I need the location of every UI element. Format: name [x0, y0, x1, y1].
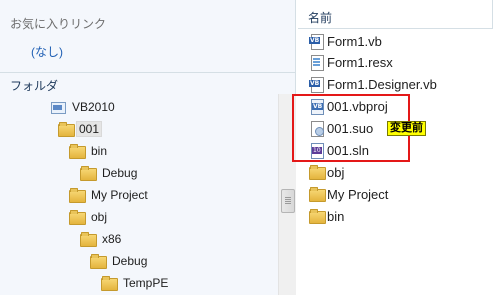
favorites-title: お気に入りリンク: [10, 17, 107, 31]
project-icon: [50, 99, 66, 115]
folder-icon: [309, 187, 326, 202]
folder-icon: [309, 209, 326, 224]
folder-icon: [101, 276, 118, 291]
folders-title: フォルダ: [10, 79, 59, 93]
folder-icon: [90, 254, 107, 269]
file-item[interactable]: Form1.vb: [309, 31, 382, 51]
folder-icon: [69, 144, 86, 159]
tree-item-debug[interactable]: Debug: [90, 251, 147, 271]
tree-item-label: Debug: [102, 166, 138, 180]
file-name: Form1.vb: [327, 33, 382, 49]
folder-icon: [309, 165, 326, 180]
tree-item-temppe[interactable]: TempPE: [101, 273, 168, 293]
tree-item-label: obj: [91, 210, 108, 224]
scrollbar-thumb[interactable]: [281, 189, 295, 213]
tree-item-label: My Project: [91, 188, 148, 202]
folders-header[interactable]: フォルダ: [0, 72, 295, 95]
annotation-label: 変更前: [387, 121, 426, 136]
file-item[interactable]: obj: [309, 162, 344, 182]
tree-item-obj[interactable]: obj: [69, 207, 107, 227]
file-item[interactable]: Form1.Designer.vb: [309, 74, 437, 94]
file-item[interactable]: My Project: [309, 184, 388, 204]
tree-item-label: TempPE: [123, 276, 169, 290]
tree-item-label: 001: [76, 121, 103, 137]
tree-item-label: x86: [102, 232, 122, 246]
tree-item-label: Debug: [112, 254, 148, 268]
tree-item-001[interactable]: 001: [58, 119, 103, 139]
tree-item-label: VB2010: [72, 100, 115, 114]
tree-item-debug[interactable]: Debug: [80, 163, 137, 183]
resx-file-icon: [309, 54, 325, 71]
file-name: Form1.Designer.vb: [327, 76, 437, 92]
navigation-pane: お気に入りリンク (なし) フォルダ VB2010 001 bin Debug …: [0, 0, 296, 295]
file-name: obj: [327, 164, 345, 180]
name-column-header[interactable]: 名前: [298, 0, 493, 29]
file-name: My Project: [327, 186, 389, 202]
vb-file-icon: [309, 76, 325, 93]
folder-icon: [80, 166, 97, 181]
tree-item-vb2010[interactable]: VB2010: [50, 97, 115, 117]
folder-icon: [69, 188, 86, 203]
favorites-empty-label: (なし): [31, 45, 63, 59]
name-column-label: 名前: [308, 11, 333, 25]
file-item[interactable]: Form1.resx: [309, 52, 393, 72]
folder-icon: [58, 122, 75, 137]
tree-item-x86[interactable]: x86: [80, 229, 121, 249]
file-name: bin: [327, 208, 345, 224]
vb-file-icon: [309, 33, 325, 50]
file-item[interactable]: bin: [309, 206, 344, 226]
tree-item-my-project[interactable]: My Project: [69, 185, 148, 205]
file-name: Form1.resx: [327, 54, 393, 70]
tree-item-bin[interactable]: bin: [69, 141, 107, 161]
tree-item-label: bin: [91, 144, 108, 158]
folder-icon: [80, 232, 97, 247]
folder-icon: [69, 210, 86, 225]
